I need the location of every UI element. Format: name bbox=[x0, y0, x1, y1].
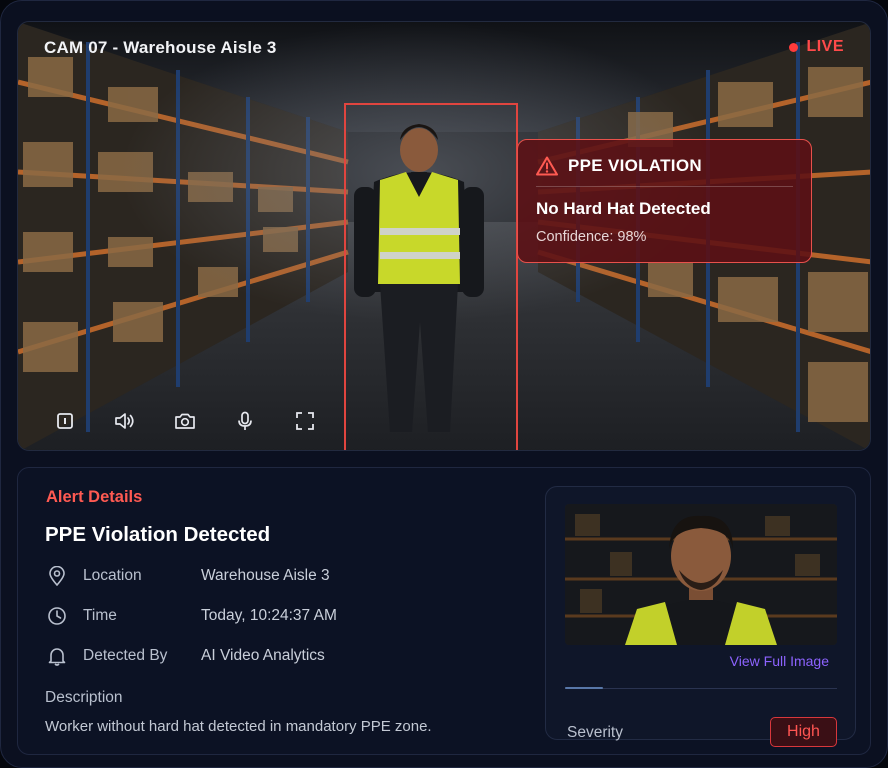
time-key: Time bbox=[83, 607, 117, 624]
location-row: Location Warehouse Aisle 3 bbox=[46, 565, 330, 587]
description-label: Description bbox=[45, 689, 123, 706]
violation-confidence: Confidence: 98% bbox=[536, 229, 647, 245]
location-key: Location bbox=[83, 567, 142, 584]
camera-icon bbox=[175, 413, 195, 429]
divider bbox=[536, 186, 793, 187]
live-dot-icon bbox=[789, 42, 799, 52]
time-value: Today, 10:24:37 AM bbox=[201, 607, 337, 624]
time-row: Time Today, 10:24:37 AM bbox=[46, 605, 337, 627]
pause-icon bbox=[57, 413, 73, 429]
alert-title: PPE Violation Detected bbox=[45, 523, 271, 546]
camera-feed[interactable]: CAM 07 - Warehouse Aisle 3 LIVE PPE VIOL… bbox=[17, 21, 871, 451]
microphone-button[interactable] bbox=[234, 410, 256, 432]
bell-icon bbox=[46, 645, 68, 667]
violation-message: No Hard Hat Detected bbox=[536, 199, 711, 218]
violation-alert-card: PPE VIOLATION No Hard Hat Detected Confi… bbox=[517, 139, 812, 263]
pause-button[interactable] bbox=[54, 410, 76, 432]
volume-button[interactable] bbox=[114, 410, 136, 432]
section-label: Alert Details bbox=[46, 488, 143, 506]
severity-label: Severity bbox=[567, 724, 623, 741]
severity-track bbox=[565, 688, 837, 689]
detected-by-value: AI Video Analytics bbox=[201, 647, 325, 664]
description-text: Worker without hard hat detected in mand… bbox=[45, 718, 432, 735]
app-window: CAM 07 - Warehouse Aisle 3 LIVE PPE VIOL… bbox=[0, 0, 888, 768]
volume-icon bbox=[115, 413, 134, 429]
detection-bounding-box bbox=[344, 103, 518, 450]
violation-title: PPE VIOLATION bbox=[568, 156, 702, 175]
snapshot-button[interactable] bbox=[174, 410, 196, 432]
alert-details-panel: Alert Details PPE Violation Detected Loc… bbox=[17, 467, 871, 755]
view-full-image-link[interactable]: View Full Image bbox=[730, 653, 829, 669]
live-label: LIVE bbox=[806, 38, 844, 55]
location-pin-icon bbox=[46, 565, 68, 587]
location-value: Warehouse Aisle 3 bbox=[201, 567, 330, 584]
detected-by-row: Detected By AI Video Analytics bbox=[46, 645, 325, 667]
live-indicator: LIVE bbox=[789, 38, 844, 56]
player-controls bbox=[54, 410, 316, 432]
detected-by-key: Detected By bbox=[83, 647, 168, 664]
clock-icon bbox=[46, 605, 68, 627]
worker-snapshot-image[interactable] bbox=[565, 504, 837, 645]
severity-fill bbox=[565, 687, 603, 689]
fullscreen-icon bbox=[296, 412, 314, 430]
microphone-icon bbox=[238, 411, 252, 430]
fullscreen-button[interactable] bbox=[294, 410, 316, 432]
camera-title: CAM 07 - Warehouse Aisle 3 bbox=[44, 38, 277, 57]
snapshot-card: View Full Image Severity High bbox=[545, 486, 856, 747]
severity-badge: High bbox=[770, 717, 837, 747]
warning-icon bbox=[536, 156, 558, 176]
